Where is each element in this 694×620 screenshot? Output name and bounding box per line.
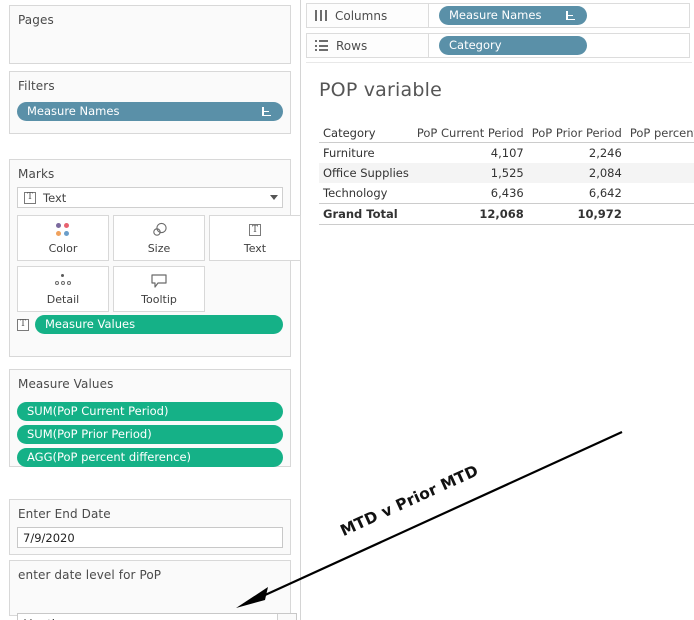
detail-dots-icon	[54, 273, 72, 290]
header-category: Category	[319, 123, 413, 143]
end-date-input[interactable]: 7/9/2020	[17, 527, 283, 548]
rows-shelf-label: Rows	[307, 34, 429, 57]
header-pop-current-period: PoP Current Period	[412, 123, 528, 143]
rows-pill-label: Category	[449, 38, 502, 52]
filters-card-title: Filters	[18, 79, 55, 93]
size-circles-icon	[149, 222, 169, 239]
measure-values-card-title: Measure Values	[18, 377, 114, 391]
columns-shelf[interactable]: Columns Measure Names	[306, 3, 690, 28]
table-row-grand-total[interactable]: Grand Total 12,068 10,972 10.0%	[319, 203, 694, 225]
cell-percent-diff: 10.0%	[625, 203, 694, 225]
parameter-card-end-date: Enter End Date 7/9/2020	[9, 499, 291, 555]
marks-card: Marks T Text Color Size T Text Detail To…	[9, 159, 301, 357]
tooltip-bubble-icon	[150, 273, 168, 290]
date-level-dropdown-button[interactable]	[277, 614, 296, 620]
parameter-end-date-title: Enter End Date	[18, 507, 111, 521]
marks-pill-label: Measure Values	[45, 317, 136, 331]
end-date-value: 7/9/2020	[23, 530, 75, 545]
parameter-date-level-title: enter date level for PoP	[18, 568, 162, 582]
columns-pill-label: Measure Names	[449, 8, 542, 22]
cell-percent-diff: -3.1%	[626, 183, 694, 204]
columns-label-text: Columns	[335, 8, 388, 23]
worksheet-view: POP variable Category PoP Current Period…	[306, 62, 694, 620]
header-pop-prior-period: PoP Prior Period	[527, 123, 626, 143]
color-palette-icon	[55, 222, 71, 239]
crosstab-table: Category PoP Current Period PoP Prior Pe…	[319, 123, 694, 225]
measure-value-pill-percent-diff[interactable]: AGG(PoP percent difference)	[17, 448, 283, 467]
marks-text-button[interactable]: T Text	[209, 215, 301, 261]
sort-descending-icon[interactable]	[262, 106, 273, 117]
row-category: Technology	[323, 186, 388, 200]
cell-current: 12,068	[412, 203, 528, 225]
marks-text-label: Text	[243, 241, 267, 255]
pages-card: Pages	[9, 5, 291, 64]
cell-current: 4,107	[490, 146, 524, 160]
table-row[interactable]: Technology 6,436 6,642 -3.1%	[319, 183, 694, 204]
marks-pill-measure-values[interactable]: Measure Values	[35, 315, 283, 334]
columns-shelf-content[interactable]: Measure Names	[429, 6, 689, 25]
filters-card: Filters Measure Names	[9, 71, 291, 134]
crosstab-header-row: Category PoP Current Period PoP Prior Pe…	[319, 123, 694, 143]
marks-color-button[interactable]: Color	[17, 215, 109, 261]
marks-size-button[interactable]: Size	[113, 215, 205, 261]
parameter-card-date-level: enter date level for PoP Month	[9, 560, 297, 620]
marks-tooltip-button[interactable]: Tooltip	[113, 266, 205, 312]
marks-tooltip-label: Tooltip	[141, 292, 177, 306]
columns-icon	[315, 10, 327, 21]
date-level-value: Month	[23, 617, 272, 620]
cell-current: 6,436	[490, 186, 524, 200]
pages-card-title: Pages	[18, 13, 54, 27]
marks-detail-label: Detail	[46, 292, 80, 306]
cell-percent-diff: -26.8%	[625, 163, 694, 183]
mark-type-dropdown[interactable]: T Text	[17, 187, 283, 208]
table-row[interactable]: Office Supplies 1,525 2,084 -26.8%	[319, 163, 694, 183]
marks-color-label: Color	[48, 241, 78, 255]
columns-pill-measure-names[interactable]: Measure Names	[439, 6, 587, 25]
rows-label-text: Rows	[336, 38, 368, 53]
left-shelf-panel: Pages Filters Measure Names Marks T Text	[0, 0, 301, 620]
rows-shelf-content[interactable]: Category	[429, 36, 689, 55]
columns-shelf-label: Columns	[307, 4, 429, 27]
cell-prior: 10,972	[527, 203, 626, 225]
chevron-down-icon[interactable]	[270, 195, 278, 200]
measure-values-card: Measure Values SUM(PoP Current Period) S…	[9, 369, 291, 467]
filter-pill-measure-names[interactable]: Measure Names	[17, 102, 283, 121]
measure-value-pill-prior[interactable]: SUM(PoP Prior Period)	[17, 425, 283, 444]
marks-card-title: Marks	[18, 167, 55, 181]
marks-size-label: Size	[147, 241, 171, 255]
cell-percent-diff: 82.9%	[626, 143, 694, 164]
measure-value-pill-label: SUM(PoP Current Period)	[27, 404, 169, 418]
sort-descending-icon[interactable]	[566, 10, 577, 21]
cell-prior: 6,642	[588, 186, 622, 200]
cell-prior: 2,084	[527, 163, 626, 183]
marks-detail-button[interactable]: Detail	[17, 266, 109, 312]
text-T-icon: T	[17, 318, 29, 331]
worksheet-title: POP variable	[319, 79, 442, 101]
tableau-worksheet: Pages Filters Measure Names Marks T Text	[0, 0, 694, 620]
measure-value-pill-current[interactable]: SUM(PoP Current Period)	[17, 402, 283, 421]
marks-measure-values-row: T Measure Values	[17, 315, 283, 334]
measure-value-pill-label: SUM(PoP Prior Period)	[27, 427, 152, 441]
filter-pill-label: Measure Names	[27, 104, 120, 118]
date-level-dropdown[interactable]: Month	[17, 613, 297, 620]
measure-value-pill-label: AGG(PoP percent difference)	[27, 450, 192, 464]
rows-shelf[interactable]: Rows Category	[306, 33, 690, 58]
row-category: Grand Total	[319, 203, 413, 225]
row-category: Office Supplies	[319, 163, 413, 183]
cell-prior: 2,246	[588, 146, 622, 160]
table-row[interactable]: Furniture 4,107 2,246 82.9%	[319, 143, 694, 164]
crosstab-body: Furniture 4,107 2,246 82.9% Office Suppl…	[319, 143, 694, 225]
mark-type-label: Text	[43, 190, 67, 205]
cell-current: 1,525	[412, 163, 528, 183]
rows-pill-category[interactable]: Category	[439, 36, 587, 55]
rows-icon	[315, 40, 328, 51]
row-category: Furniture	[323, 146, 375, 160]
text-mark-icon: T	[24, 191, 36, 204]
text-T-icon: T	[249, 222, 261, 239]
header-pop-percent-difference: PoP percent difference	[625, 123, 694, 143]
crosstab-header: Category PoP Current Period PoP Prior Pe…	[319, 123, 694, 143]
